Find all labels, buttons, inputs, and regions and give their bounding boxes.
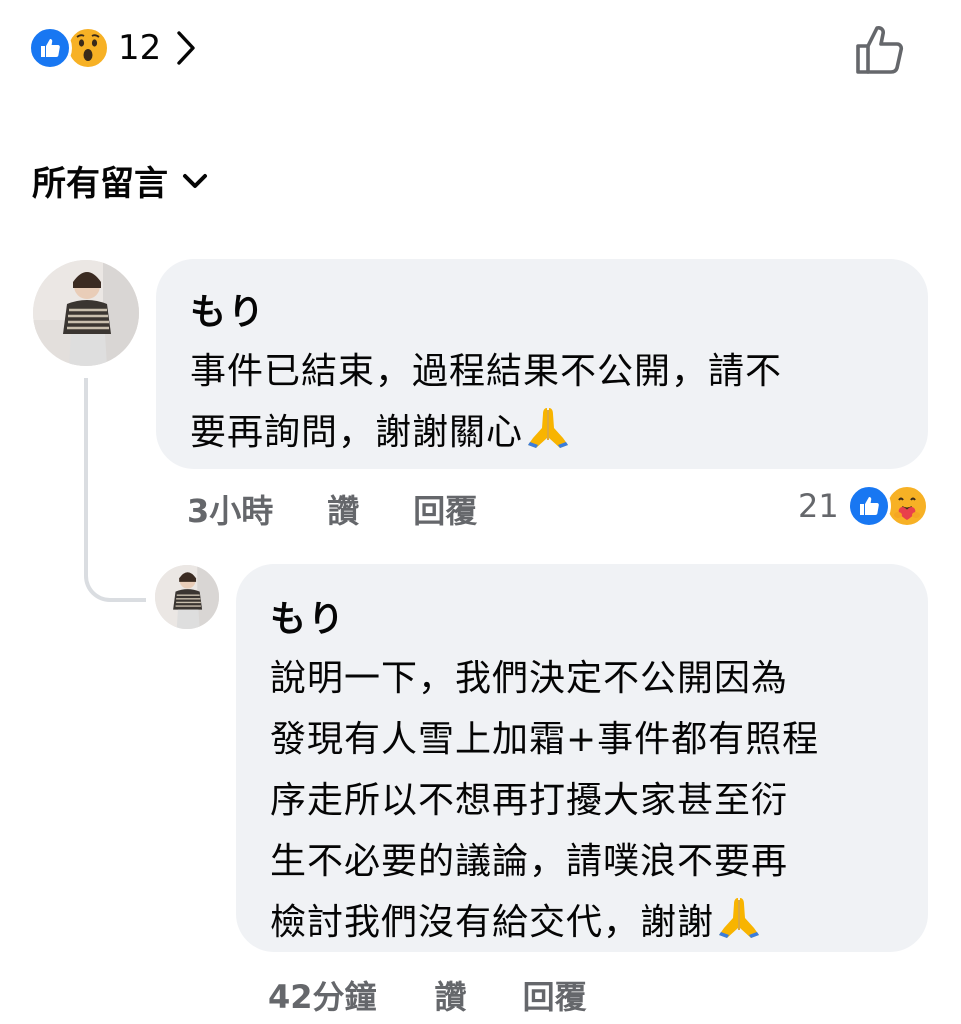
- reaction-count: 12: [118, 28, 162, 68]
- reply-timestamp[interactable]: 42分鐘: [268, 972, 377, 1018]
- chevron-right-icon: [177, 31, 195, 65]
- comment-actions: 3小時 讚 回覆: [187, 486, 477, 532]
- comment-filter-dropdown[interactable]: 所有留言: [32, 156, 208, 205]
- like-reply-button[interactable]: 讚: [435, 972, 467, 1018]
- comment-timestamp[interactable]: 3小時: [187, 486, 273, 532]
- like-comment-button[interactable]: 讚: [327, 486, 359, 532]
- reply-thread-line: [84, 378, 146, 602]
- reply-comment-button[interactable]: 回覆: [413, 486, 477, 532]
- care-reaction-icon: [884, 484, 929, 528]
- reply-commenter-avatar[interactable]: [155, 565, 219, 629]
- wow-reaction-icon: [66, 26, 110, 70]
- comment-text-body: 事件已結束，過程結果不公開，請不 要再詢問，謝謝關心: [190, 351, 783, 453]
- reply-actions: 42分鐘 讚 回覆: [268, 972, 587, 1018]
- comment-reaction-count: 21: [798, 487, 839, 525]
- comment-reaction-summary[interactable]: 21: [798, 484, 929, 528]
- reply-text: 說明一下，我們決定不公開因為 發現有人雪上加霜+事件都有照程 序走所以不想再打擾…: [270, 648, 928, 953]
- reply-bubble: もり 說明一下，我們決定不公開因為 發現有人雪上加霜+事件都有照程 序走所以不想…: [236, 564, 928, 952]
- like-button-icon[interactable]: [853, 22, 909, 78]
- folded-hands-emoji-icon: [719, 898, 760, 938]
- folded-hands-emoji-icon: [528, 408, 569, 448]
- commenter-avatar[interactable]: [33, 260, 139, 366]
- comment-bubble: もり 事件已結束，過程結果不公開，請不 要再詢問，謝謝關心: [156, 259, 928, 469]
- reply-author[interactable]: もり: [270, 590, 928, 642]
- post-reaction-summary[interactable]: 12: [28, 22, 197, 74]
- chevron-down-icon: [183, 173, 207, 188]
- reply-reply-button[interactable]: 回覆: [523, 972, 587, 1018]
- like-reaction-icon: [846, 484, 891, 528]
- like-reaction-icon: [28, 26, 72, 70]
- comment-text: 事件已結束，過程結果不公開，請不 要再詢問，謝謝關心: [190, 341, 928, 463]
- comment-author[interactable]: もり: [190, 283, 928, 335]
- comment-filter-label: 所有留言: [32, 164, 168, 204]
